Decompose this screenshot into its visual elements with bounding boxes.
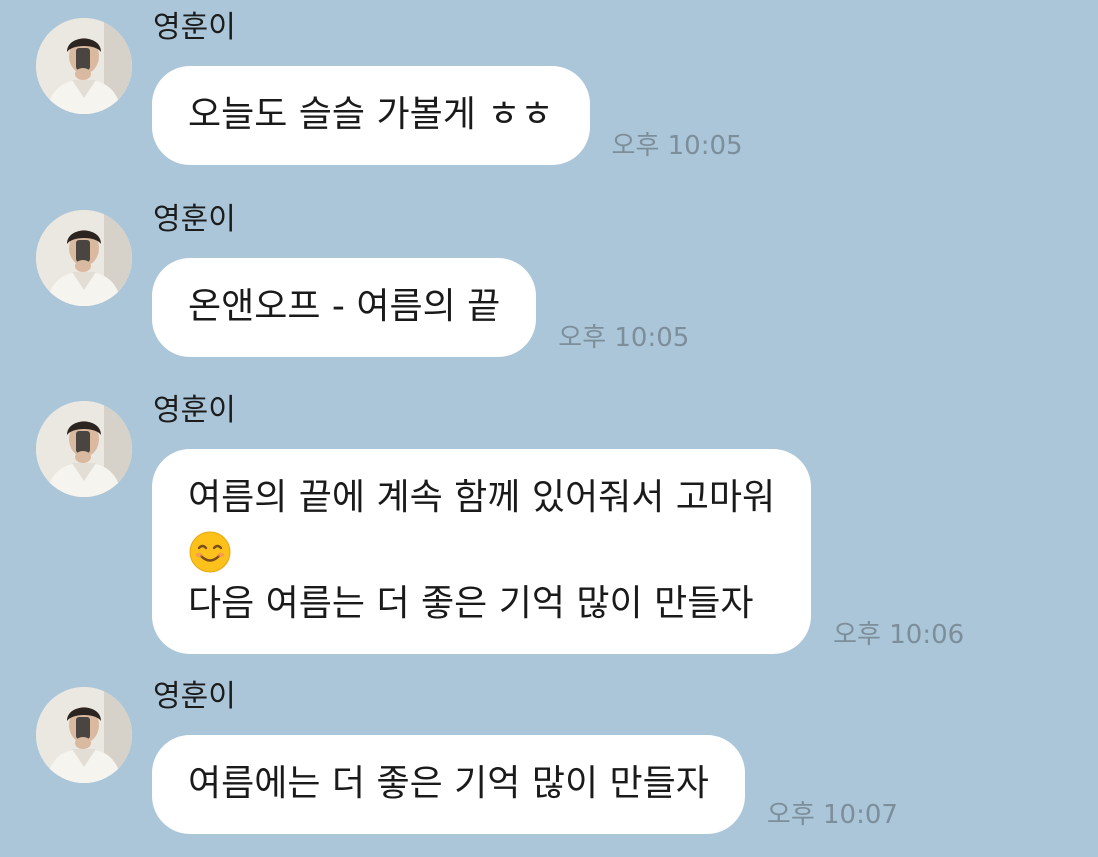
bubble-row: 온앤오프 - 여름의 끝 오후 10:05 bbox=[152, 258, 689, 357]
profile-avatar[interactable] bbox=[36, 401, 132, 497]
message-timestamp: 오후 10:05 bbox=[611, 131, 743, 161]
smiling-face-emoji-icon bbox=[189, 531, 231, 573]
bubble-row: 여름의 끝에 계속 함께 있어줘서 고마워 다음 여름는 더 좋은 기억 많이 … bbox=[152, 449, 964, 654]
message-bubble[interactable]: 오늘도 슬슬 가볼게 ㅎㅎ bbox=[152, 66, 590, 165]
message-text: 온앤오프 - 여름의 끝 bbox=[188, 286, 501, 327]
profile-avatar[interactable] bbox=[36, 18, 132, 114]
message-bubble[interactable]: 여름의 끝에 계속 함께 있어줘서 고마워 다음 여름는 더 좋은 기억 많이 … bbox=[152, 449, 812, 654]
sender-name: 영훈이 bbox=[153, 679, 236, 714]
message-timestamp: 오후 10:07 bbox=[766, 800, 898, 830]
sender-name: 영훈이 bbox=[153, 393, 236, 428]
profile-avatar[interactable] bbox=[36, 687, 132, 783]
emoji-line bbox=[188, 524, 775, 577]
message-text: 오늘도 슬슬 가볼게 ㅎㅎ bbox=[188, 94, 554, 135]
bubble-row: 오늘도 슬슬 가볼게 ㅎㅎ 오후 10:05 bbox=[152, 66, 743, 165]
profile-photo-icon bbox=[36, 687, 132, 783]
message-text: 다음 여름는 더 좋은 기억 많이 만들자 bbox=[188, 583, 754, 624]
profile-photo-icon bbox=[36, 401, 132, 497]
message-text: 여름에는 더 좋은 기억 많이 만들자 bbox=[188, 763, 709, 804]
message-timestamp: 오후 10:06 bbox=[833, 620, 965, 650]
profile-photo-icon bbox=[36, 210, 132, 306]
sender-name: 영훈이 bbox=[153, 202, 236, 237]
message-bubble[interactable]: 온앤오프 - 여름의 끝 bbox=[152, 258, 537, 357]
sender-name: 영훈이 bbox=[153, 10, 236, 45]
profile-avatar[interactable] bbox=[36, 210, 132, 306]
message-bubble[interactable]: 여름에는 더 좋은 기억 많이 만들자 bbox=[152, 735, 745, 834]
profile-photo-icon bbox=[36, 18, 132, 114]
message-timestamp: 오후 10:05 bbox=[558, 323, 690, 353]
bubble-row: 여름에는 더 좋은 기억 많이 만들자 오후 10:07 bbox=[152, 735, 898, 834]
message-text: 여름의 끝에 계속 함께 있어줘서 고마워 bbox=[188, 477, 776, 518]
